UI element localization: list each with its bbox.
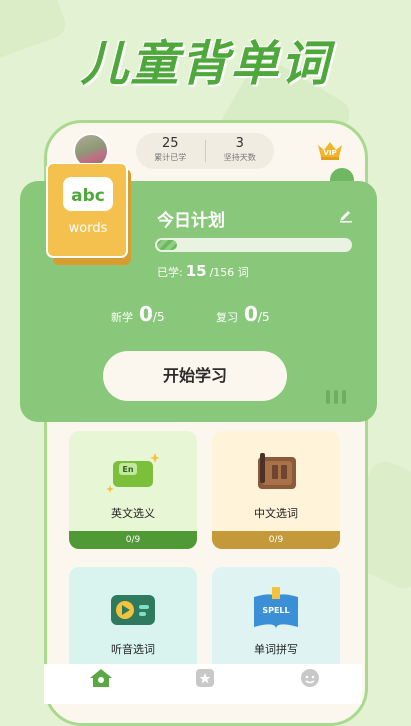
tab-wordbook-icon[interactable] xyxy=(193,668,217,688)
stat-total-learned: 25 累计已学 xyxy=(136,133,205,169)
new-value: 0 xyxy=(139,302,153,326)
learned-prefix: 已学: xyxy=(157,266,183,279)
card-label: 听音选词 xyxy=(111,643,155,656)
tab-profile-icon[interactable] xyxy=(298,668,322,688)
new-label: 新学 xyxy=(111,311,133,324)
new-words-count: 新学 0/5 xyxy=(111,302,165,326)
chinese-book-icon xyxy=(258,453,296,489)
plan-progress-fill xyxy=(157,240,177,250)
new-total: /5 xyxy=(152,310,165,324)
card-label: 中文选词 xyxy=(254,507,298,520)
app-headline: 儿童背单词 xyxy=(80,36,331,92)
card-chinese-choice[interactable]: 中文选词 0/9 xyxy=(212,431,340,549)
stat-streak-days: 3 坚持天数 xyxy=(206,133,275,169)
plan-title: 今日计划 xyxy=(157,211,225,231)
learned-value: 15 xyxy=(185,262,207,280)
stat-value: 3 xyxy=(235,136,244,151)
svg-text:SPELL: SPELL xyxy=(262,606,289,615)
wordbook-icon[interactable]: abc words xyxy=(45,163,131,265)
card-label: 英文选义 xyxy=(111,507,155,520)
card-english-choice[interactable]: En 英文选义 0/9 xyxy=(69,431,197,549)
audio-player-icon xyxy=(111,595,155,625)
spell-book-icon: SPELL xyxy=(254,587,298,629)
card-label: 单词拼写 xyxy=(254,643,298,656)
tab-home-icon[interactable] xyxy=(89,668,113,688)
review-value: 0 xyxy=(244,302,258,326)
stats-pill: 25 累计已学 3 坚持天数 xyxy=(136,133,274,169)
edit-pencil-icon[interactable] xyxy=(338,207,354,223)
english-card-icon: En xyxy=(107,453,159,493)
stat-label: 坚持天数 xyxy=(223,153,256,162)
review-words-count: 复习 0/5 xyxy=(216,302,270,326)
card-progress: 0/9 xyxy=(69,531,197,549)
book-label: words xyxy=(69,221,108,236)
vip-label: VIP xyxy=(323,149,336,157)
book-logo: abc xyxy=(71,186,105,206)
start-learning-button[interactable]: 开始学习 xyxy=(103,351,287,401)
svg-text:En: En xyxy=(122,465,133,474)
learned-total: /156 词 xyxy=(209,266,249,279)
review-label: 复习 xyxy=(216,311,238,324)
stat-label: 累计已学 xyxy=(154,153,187,162)
vip-crown-icon[interactable]: VIP xyxy=(317,141,343,161)
drag-handle-icon[interactable] xyxy=(326,389,354,404)
review-total: /5 xyxy=(257,310,270,324)
stat-value: 25 xyxy=(161,136,179,151)
plan-progress-bar xyxy=(155,238,352,252)
learned-count: 已学: 15/156 词 xyxy=(157,262,249,280)
card-progress: 0/9 xyxy=(212,531,340,549)
